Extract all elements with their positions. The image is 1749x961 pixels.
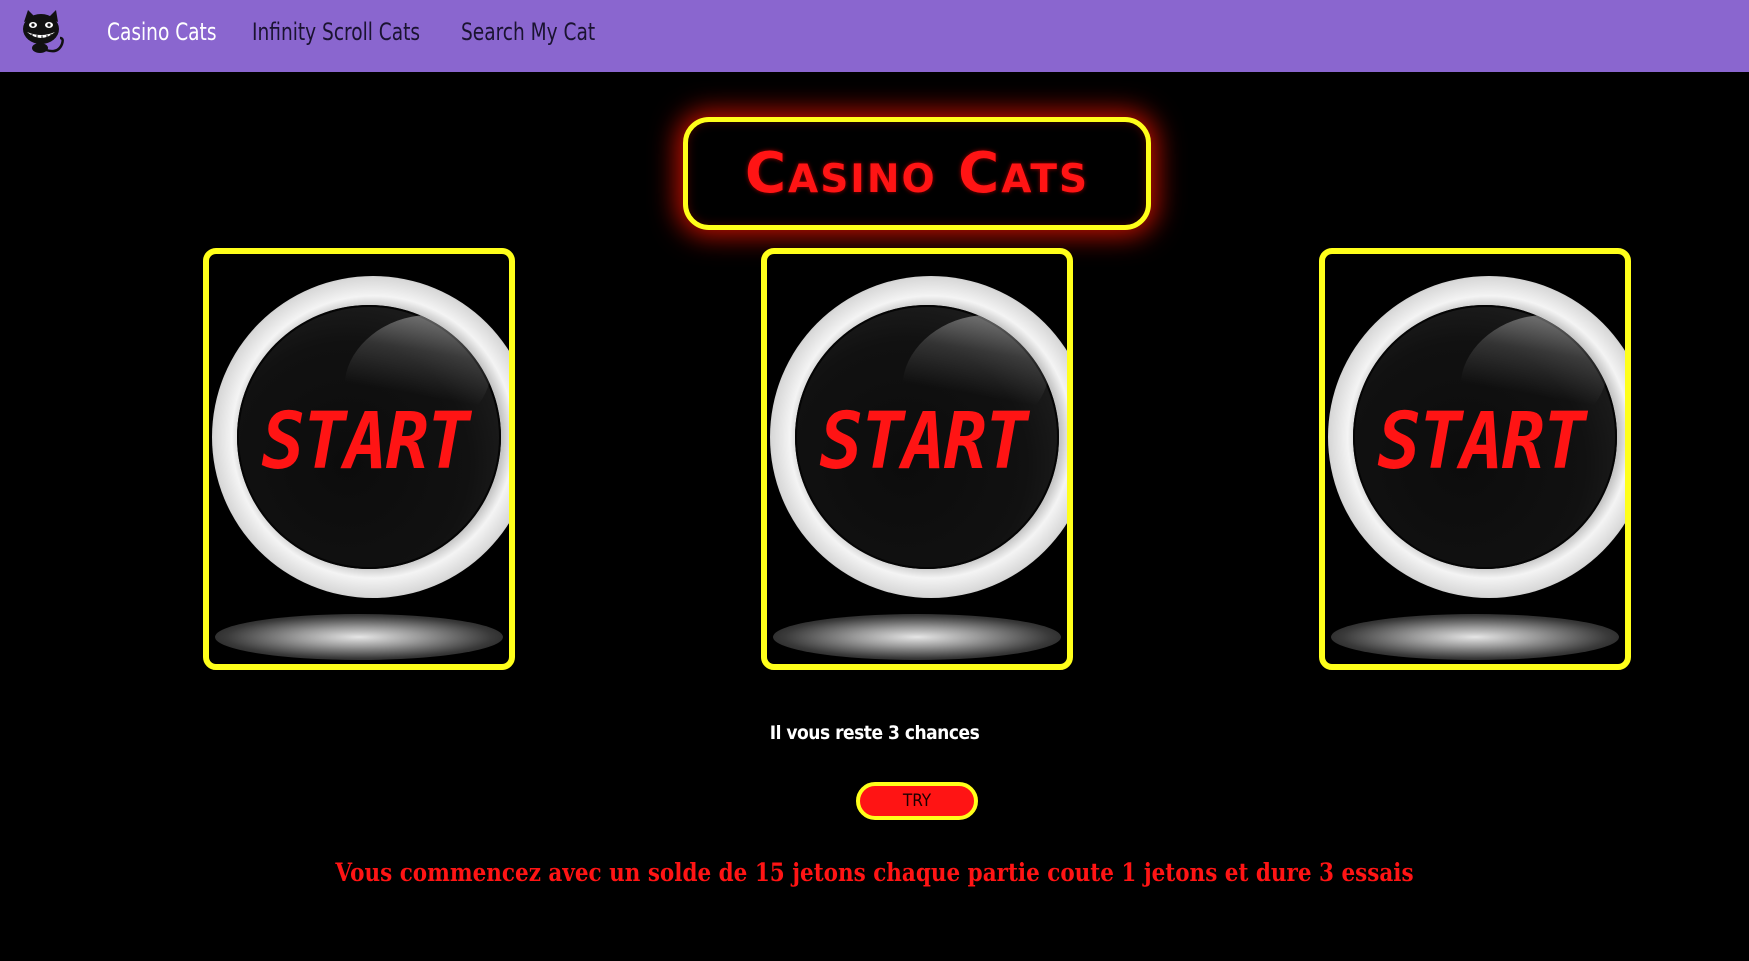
page-title-box: Casino Cats [683,117,1151,230]
slot-floor-reflection [215,614,503,660]
nav-link-infinity-scroll-cats[interactable]: Infinity Scroll Cats [252,16,420,48]
slot-reel-1[interactable]: START [203,248,515,670]
chances-remaining-text: Il vous reste 3 chances [769,722,980,744]
slot-start-label: START [261,397,471,487]
page-title: Casino Cats [744,141,1090,206]
grinning-cat-icon[interactable] [18,10,66,54]
nav-link-search-my-cat[interactable]: Search My Cat [461,16,595,48]
slot-floor-reflection [773,614,1061,660]
slot-start-label: START [1377,397,1587,487]
slot-floor-reflection [1331,614,1619,660]
rules-info-text: Vous commencez avec un solde de 15 jeton… [335,858,1414,887]
nav-link-casino-cats[interactable]: Casino Cats [107,16,217,48]
slot-start-label: START [819,397,1029,487]
try-button[interactable]: TRY [856,782,978,820]
top-navbar: Casino Cats Infinity Scroll Cats Search … [0,0,1749,72]
slot-reel-3[interactable]: START [1319,248,1631,670]
slot-reel-2[interactable]: START [761,248,1073,670]
